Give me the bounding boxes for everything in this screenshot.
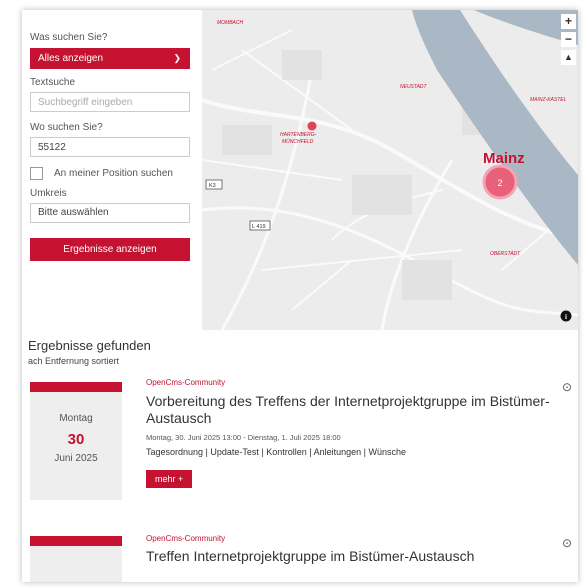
where-label: Wo suchen Sie? xyxy=(30,122,103,133)
show-results-button[interactable]: Ergebnisse anzeigen xyxy=(30,238,190,261)
circle-arrow-icon-2[interactable]: ⊙ xyxy=(562,536,572,550)
district-label-hartenberg: HARTENBERG- xyxy=(280,132,317,138)
district-label-mainz-kastel: MAINZ-KASTEL xyxy=(530,97,567,103)
radius-label: Umkreis xyxy=(30,188,67,199)
road-sign-l419-label: L 419 xyxy=(252,224,266,230)
compass-icon[interactable]: ▲ xyxy=(561,50,576,65)
circle-arrow-icon[interactable]: ⊙ xyxy=(562,380,572,394)
zoom-out-button[interactable]: − xyxy=(561,32,576,47)
text-search-input[interactable] xyxy=(30,92,190,112)
position-checkbox-label[interactable]: An meiner Position suchen xyxy=(54,168,173,179)
result-category[interactable]: OpenCms-Community xyxy=(146,378,225,387)
result-category-2[interactable]: OpenCms-Community xyxy=(146,534,225,543)
result-title-2[interactable]: Treffen Internetprojektgruppe im Bistüme… xyxy=(146,548,474,565)
district-label-oberstadt: OBERSTADT xyxy=(490,251,521,257)
what-label: Was suchen Sie? xyxy=(30,32,108,43)
results-sort-note: ach Entfernung sortiert xyxy=(28,356,120,366)
category-select[interactable]: Alles anzeigen ❯ xyxy=(30,48,190,69)
date-day: 30 xyxy=(67,431,85,448)
district-label-mombach: MOMBACH xyxy=(217,20,244,26)
date-badge: Montag 30 Juni 2025 xyxy=(30,382,122,500)
date-badge-bar xyxy=(30,382,122,392)
result-tags[interactable]: Tagesordnung | Update-Test | Kontrollen … xyxy=(146,447,406,457)
category-select-value: Alles anzeigen xyxy=(38,53,104,64)
district-label-muenchfeld: MÜNCHFELD xyxy=(282,138,314,145)
zoom-in-button[interactable]: + xyxy=(561,14,576,29)
page-frame: Was suchen Sie? Alles anzeigen ❯ Textsuc… xyxy=(22,10,578,582)
map[interactable]: MOMBACH NEUSTADT MAINZ-KASTEL HARTENBERG… xyxy=(202,10,578,330)
results-heading: Ergebnisse gefunden xyxy=(28,338,151,353)
result-title-line-1[interactable]: Vorbereitung des Treffens der Internetpr… xyxy=(146,393,550,410)
cluster-count: 2 xyxy=(497,178,502,188)
text-search-label: Textsuche xyxy=(30,77,76,88)
district-label-neustadt: NEUSTADT xyxy=(400,84,428,90)
date-badge-bar-2 xyxy=(30,536,122,546)
location-marker[interactable] xyxy=(307,121,317,131)
city-label: Mainz xyxy=(483,150,525,167)
river xyxy=(412,10,578,265)
radius-select[interactable]: Bitte auswählen xyxy=(30,203,190,223)
map-canvas: MOMBACH NEUSTADT MAINZ-KASTEL HARTENBERG… xyxy=(202,10,578,330)
location-input[interactable] xyxy=(30,137,190,157)
more-button[interactable]: mehr + xyxy=(146,470,193,488)
date-month-year: Juni 2025 xyxy=(54,453,98,464)
date-weekday: Montag xyxy=(59,413,93,424)
result-title-line-2[interactable]: Austausch xyxy=(146,410,211,427)
road-sign-k3-label: K3 xyxy=(209,183,216,189)
position-checkbox[interactable] xyxy=(30,167,43,180)
info-icon-label: i xyxy=(565,313,567,321)
chevron-down-icon: ❯ xyxy=(173,53,181,63)
result-date-range: Montag, 30. Juni 2025 13:00 - Dienstag, … xyxy=(146,433,341,442)
date-badge-2 xyxy=(30,536,122,582)
